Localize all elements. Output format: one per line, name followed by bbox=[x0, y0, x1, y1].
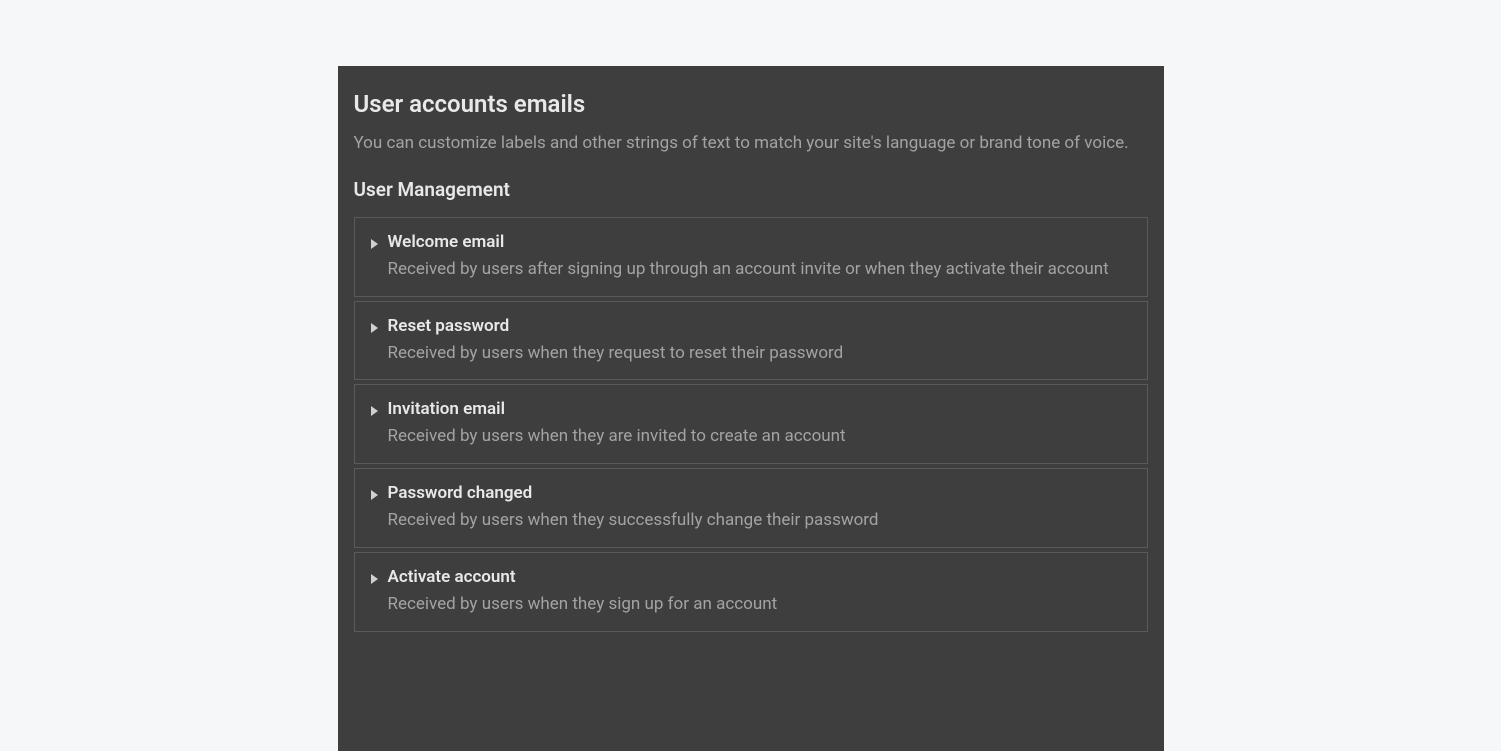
accordion-description: Received by users when they are invited … bbox=[388, 425, 1131, 449]
accordion-item-reset-password[interactable]: Reset password Received by users when th… bbox=[354, 301, 1148, 381]
accordion-content: Welcome email Received by users after si… bbox=[388, 232, 1131, 282]
accordion-header: Activate account Received by users when … bbox=[371, 567, 1131, 617]
accordion-item-welcome-email[interactable]: Welcome email Received by users after si… bbox=[354, 217, 1148, 297]
accordion-content: Invitation email Received by users when … bbox=[388, 399, 1131, 449]
chevron-right-icon bbox=[371, 239, 378, 249]
accordion-title: Password changed bbox=[388, 483, 1131, 503]
accordion-title: Activate account bbox=[388, 567, 1131, 587]
accordion-content: Activate account Received by users when … bbox=[388, 567, 1131, 617]
accordion-header: Password changed Received by users when … bbox=[371, 483, 1131, 533]
accordion-header: Welcome email Received by users after si… bbox=[371, 232, 1131, 282]
settings-panel: User accounts emails You can customize l… bbox=[338, 66, 1164, 751]
accordion-item-invitation-email[interactable]: Invitation email Received by users when … bbox=[354, 384, 1148, 464]
accordion-description: Received by users when they sign up for … bbox=[388, 593, 1131, 617]
page-description: You can customize labels and other strin… bbox=[354, 132, 1148, 156]
accordion-list: Welcome email Received by users after si… bbox=[354, 217, 1148, 632]
chevron-right-icon bbox=[371, 406, 378, 416]
accordion-title: Welcome email bbox=[388, 232, 1131, 252]
chevron-right-icon bbox=[371, 323, 378, 333]
accordion-description: Received by users when they request to r… bbox=[388, 342, 1131, 366]
accordion-item-activate-account[interactable]: Activate account Received by users when … bbox=[354, 552, 1148, 632]
chevron-right-icon bbox=[371, 574, 378, 584]
accordion-description: Received by users after signing up throu… bbox=[388, 258, 1131, 282]
accordion-content: Reset password Received by users when th… bbox=[388, 316, 1131, 366]
accordion-item-password-changed[interactable]: Password changed Received by users when … bbox=[354, 468, 1148, 548]
section-title: User Management bbox=[354, 178, 1148, 201]
accordion-header: Invitation email Received by users when … bbox=[371, 399, 1131, 449]
accordion-description: Received by users when they successfully… bbox=[388, 509, 1131, 533]
accordion-title: Invitation email bbox=[388, 399, 1131, 419]
accordion-content: Password changed Received by users when … bbox=[388, 483, 1131, 533]
accordion-header: Reset password Received by users when th… bbox=[371, 316, 1131, 366]
chevron-right-icon bbox=[371, 490, 378, 500]
page-title: User accounts emails bbox=[354, 90, 1148, 118]
accordion-title: Reset password bbox=[388, 316, 1131, 336]
